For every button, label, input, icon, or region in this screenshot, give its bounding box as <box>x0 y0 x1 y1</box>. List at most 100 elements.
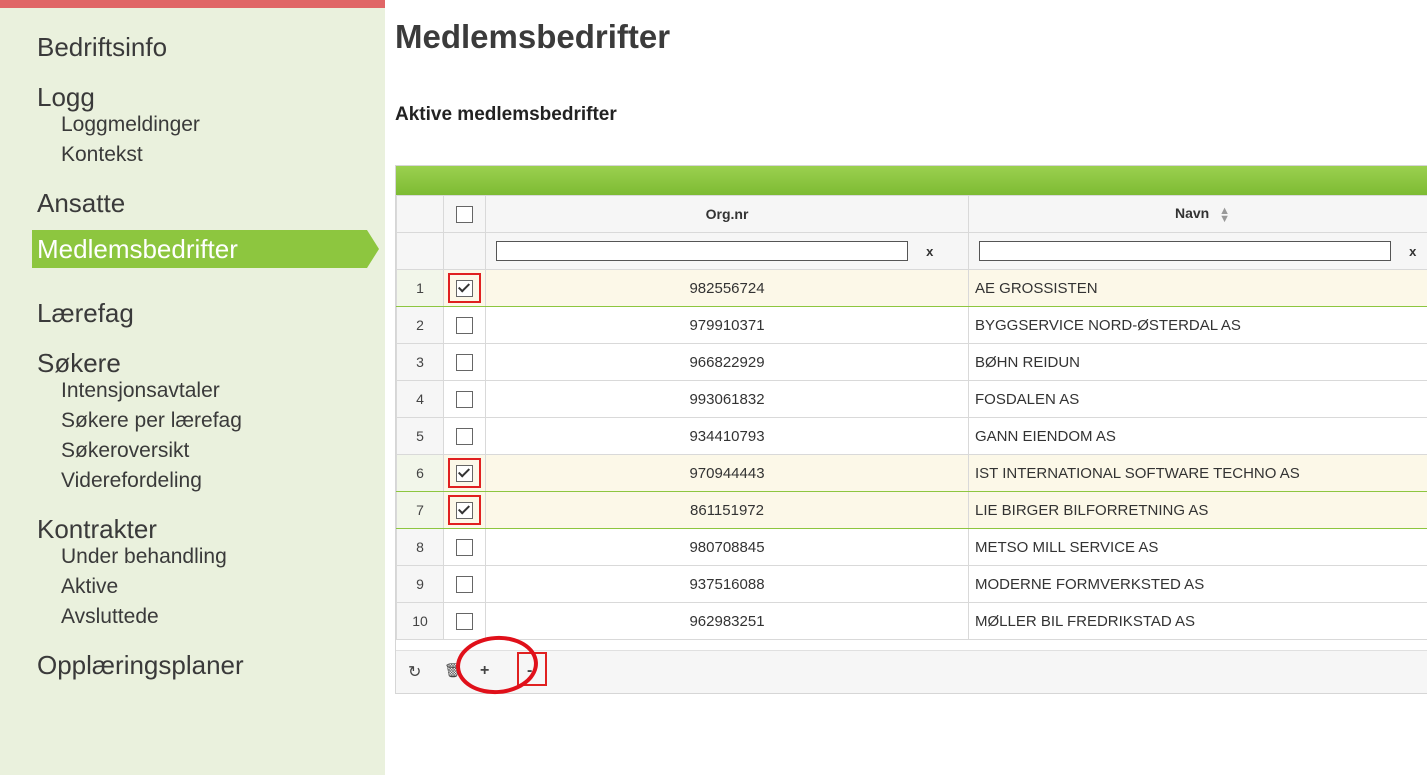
table-row[interactable]: 10 962983251 MØLLER BIL FREDRIKSTAD AS <box>396 602 1427 640</box>
row-number: 5 <box>396 417 444 455</box>
sidebar-section: Bedriftsinfo <box>0 24 385 64</box>
org-number-cell: 937516088 <box>485 565 969 603</box>
sidebar-subitem-6-2[interactable]: Avsluttede <box>0 602 385 632</box>
sidebar-item-5[interactable]: Søkere <box>0 340 385 380</box>
sort-icon[interactable]: ▲ ▼ <box>1219 205 1230 224</box>
row-checkbox-wrapper <box>448 458 481 488</box>
row-checkbox[interactable] <box>456 279 473 297</box>
sidebar-subitem-1-1[interactable]: Kontekst <box>0 140 385 170</box>
row-checkbox[interactable] <box>456 575 473 593</box>
sidebar-top-accent <box>0 0 385 8</box>
rownum-header <box>396 195 444 233</box>
grid-pager: ↻ 🗑 + - <box>396 650 1427 693</box>
filter-rownum-cell <box>396 232 444 270</box>
sidebar-section: Lærefag <box>0 290 385 330</box>
sidebar-item-4[interactable]: Lærefag <box>0 290 385 330</box>
row-checkbox-cell <box>443 380 486 418</box>
sidebar-item-0[interactable]: Bedriftsinfo <box>0 24 385 64</box>
row-number: 7 <box>396 491 444 529</box>
sidebar: Bedriftsinfo Logg Loggmeldinger Kontekst Ans… <box>0 0 385 775</box>
org-number-cell: 934410793 <box>485 417 969 455</box>
company-name-cell: AE GROSSISTEN <box>968 269 1427 307</box>
company-name-cell: FOSDALEN AS <box>968 380 1427 418</box>
table-row[interactable]: 9 937516088 MODERNE FORMVERKSTED AS <box>396 565 1427 603</box>
org-number-cell: 982556724 <box>485 269 969 307</box>
row-checkbox-wrapper <box>448 532 481 562</box>
row-number: 8 <box>396 528 444 566</box>
org-number-cell: 970944443 <box>485 454 969 492</box>
table-row[interactable]: 1 982556724 AE GROSSISTEN <box>396 269 1427 307</box>
org-filter-clear-button[interactable]: x <box>926 244 933 259</box>
sidebar-item-3-active[interactable]: Medlemsbedrifter <box>32 230 379 268</box>
table-row[interactable]: 2 979910371 BYGGSERVICE NORD-ØSTERDAL AS <box>396 306 1427 344</box>
org-filter-input[interactable] <box>496 241 908 261</box>
row-checkbox-cell <box>443 491 486 529</box>
row-checkbox[interactable] <box>456 390 473 408</box>
table-row[interactable]: 8 980708845 METSO MILL SERVICE AS <box>396 528 1427 566</box>
row-checkbox-wrapper <box>448 384 481 414</box>
company-name-cell: GANN EIENDOM AS <box>968 417 1427 455</box>
row-checkbox-cell <box>443 454 486 492</box>
section-title: Aktive medlemsbedrifter <box>395 104 617 125</box>
row-checkbox-wrapper <box>448 347 481 377</box>
row-checkbox-wrapper <box>448 421 481 451</box>
table-row[interactable]: 4 993061832 FOSDALEN AS <box>396 380 1427 418</box>
org-number-cell: 861151972 <box>485 491 969 529</box>
sidebar-subitem-5-0[interactable]: Intensjonsavtaler <box>0 376 385 406</box>
table-row[interactable]: 3 966822929 BØHN REIDUN <box>396 343 1427 381</box>
row-checkbox-wrapper <box>448 606 481 636</box>
row-number: 6 <box>396 454 444 492</box>
main-content: Medlemsbedrifter Aktive medlemsbedrifter… <box>385 0 1427 775</box>
sidebar-section: Søkere Intensjonsavtaler Søkere per lærefa… <box>0 340 385 496</box>
company-name-cell: MØLLER BIL FREDRIKSTAD AS <box>968 602 1427 640</box>
row-checkbox[interactable] <box>456 464 473 482</box>
filter-name-cell: x <box>968 232 1427 270</box>
filter-checkbox-cell <box>443 232 486 270</box>
name-filter-clear-button[interactable]: x <box>1409 244 1416 259</box>
sidebar-item-7[interactable]: Opplæringsplaner <box>0 642 385 682</box>
row-checkbox-cell <box>443 269 486 307</box>
column-header-org[interactable]: Org.nr <box>485 195 969 233</box>
row-number: 9 <box>396 565 444 603</box>
row-checkbox-cell <box>443 343 486 381</box>
sidebar-item-6[interactable]: Kontrakter <box>0 506 385 546</box>
row-checkbox-wrapper <box>448 569 481 599</box>
row-checkbox[interactable] <box>456 538 473 556</box>
org-number-cell: 979910371 <box>485 306 969 344</box>
sidebar-item-2[interactable]: Ansatte <box>0 180 385 220</box>
row-checkbox[interactable] <box>456 353 473 371</box>
sidebar-subitem-5-1[interactable]: Søkere per lærefag <box>0 406 385 436</box>
sidebar-subitem-1-0[interactable]: Loggmeldinger <box>0 110 385 140</box>
row-checkbox[interactable] <box>456 427 473 445</box>
members-table: Org.nr Navn ▲ ▼ x x 1 982556724 AE GROSS… <box>396 195 1427 640</box>
name-filter-input[interactable] <box>979 241 1391 261</box>
row-checkbox[interactable] <box>456 612 473 630</box>
sidebar-item-1[interactable]: Logg <box>0 74 385 114</box>
members-grid: Org.nr Navn ▲ ▼ x x 1 982556724 AE GROSS… <box>395 165 1427 697</box>
company-name-cell: BYGGSERVICE NORD-ØSTERDAL AS <box>968 306 1427 344</box>
sidebar-subitem-6-0[interactable]: Under behandling <box>0 542 385 572</box>
company-name-cell: LIE BIRGER BILFORRETNING AS <box>968 491 1427 529</box>
row-checkbox-cell <box>443 565 486 603</box>
table-row[interactable]: 5 934410793 GANN EIENDOM AS <box>396 417 1427 455</box>
row-checkbox[interactable] <box>456 316 473 334</box>
row-checkbox[interactable] <box>456 501 473 519</box>
org-number-cell: 962983251 <box>485 602 969 640</box>
table-row[interactable]: 6 970944443 IST INTERNATIONAL SOFTWARE TEC… <box>396 454 1427 492</box>
select-all-checkbox[interactable] <box>456 205 473 223</box>
sidebar-subitem-5-2[interactable]: Søkeroversikt <box>0 436 385 466</box>
filter-org-cell: x <box>485 232 969 270</box>
sidebar-subitem-5-3[interactable]: Viderefordeling <box>0 466 385 496</box>
column-header-name[interactable]: Navn ▲ ▼ <box>968 195 1427 233</box>
column-header-org-label: Org.nr <box>705 206 749 222</box>
row-checkbox-cell <box>443 417 486 455</box>
org-number-cell: 966822929 <box>485 343 969 381</box>
table-row[interactable]: 7 861151972 LIE BIRGER BILFORRETNING AS <box>396 491 1427 529</box>
company-name-cell: IST INTERNATIONAL SOFTWARE TECHNO AS <box>968 454 1427 492</box>
row-number: 1 <box>396 269 444 307</box>
sidebar-subitem-6-1[interactable]: Aktive <box>0 572 385 602</box>
page-title: Medlemsbedrifter <box>395 18 671 55</box>
row-checkbox-cell <box>443 528 486 566</box>
sidebar-section: Logg Loggmeldinger Kontekst <box>0 74 385 170</box>
refresh-icon[interactable]: ↻ <box>408 662 421 682</box>
